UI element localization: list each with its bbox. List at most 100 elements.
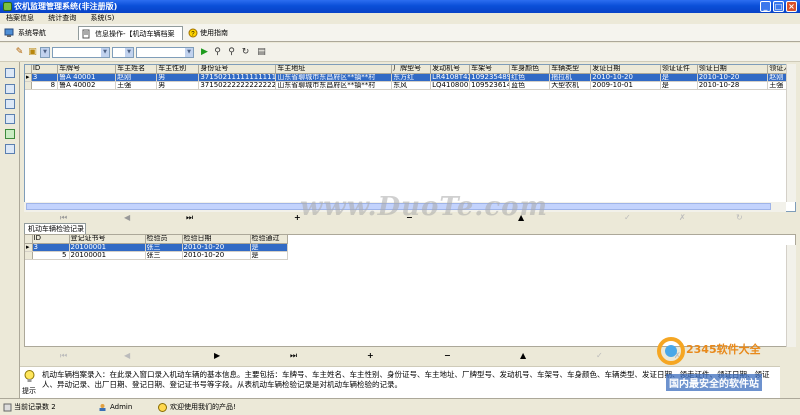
tree-view-icon[interactable] [5,84,15,94]
table-row[interactable]: 5 20100001 张三 2010-10-20 是 [25,251,288,260]
column-header[interactable]: 检验日期 [182,235,251,244]
column-header[interactable]: 车主地址 [275,65,393,74]
column-header[interactable]: 车主性别 [156,65,200,74]
filter-value-select[interactable]: ▼ [136,47,194,58]
next-record-icon[interactable]: ⏭ [186,213,193,222]
menu-system[interactable]: 系统(S) [84,13,120,24]
document-icon [82,29,90,39]
close-window-button[interactable]: × [786,1,797,12]
table-cell: 东风 [391,81,432,90]
column-header[interactable]: 领证证件 [660,65,698,74]
print-icon[interactable]: ▤ [256,47,267,58]
status-bar: 当前记录数 2 Admin 欢迎使用我们的产品! [0,398,800,415]
tab-inspection-records[interactable]: 机动车辆检验记录 [24,223,86,234]
column-header[interactable]: 登记证书号 [69,235,146,244]
post-record-icon[interactable]: ✓ [596,351,603,360]
refresh-icon[interactable]: ↻ [240,47,251,58]
column-header[interactable]: 车主姓名 [115,65,158,74]
first-record-icon[interactable]: ⏮ [60,213,67,222]
table-cell: 371502222222222222 [198,81,277,90]
menu-archive[interactable]: 档案信息 [0,13,40,24]
window-title: 农机监理管理系统(非注册版) [14,2,118,11]
last-record-icon[interactable]: ⏭ [290,351,297,360]
post-record-icon[interactable]: ✓ [624,213,631,222]
excel-icon[interactable] [5,129,15,139]
filter-dropdown[interactable]: ▼ [40,47,50,58]
column-header [25,235,33,244]
logo-slogan: 国内最安全的软件站 [666,374,762,391]
table-cell: 2010-10-20 [182,251,251,260]
filter-operator-select[interactable]: ▼ [112,47,134,58]
first-record-icon[interactable]: ⏮ [60,351,67,360]
column-header[interactable]: 车牌号 [57,65,117,74]
edit-record-icon[interactable]: ▲ [520,351,526,360]
column-header[interactable]: 检验员 [145,235,183,244]
table-cell: 2010-10-28 [697,81,769,90]
column-header[interactable]: 身份证号 [198,65,277,74]
column-header[interactable]: ID [31,65,59,74]
table-cell: 是 [250,251,288,260]
table-cell: 男 [156,81,200,90]
table-cell: 8 [31,81,59,90]
table-cell: 张三 [145,243,183,252]
table-cell: 王强 [115,81,158,90]
refresh-record-icon[interactable]: ↻ [736,213,743,222]
tab-system-nav[interactable]: 系统导航 [2,26,50,40]
column-header[interactable]: 发证日期 [590,65,661,74]
table-cell: 红色 [509,73,551,82]
table-cell: 张三 [145,251,183,260]
table-cell: 大型农机 [549,81,592,90]
row-indicator [25,251,33,260]
prev-record-icon[interactable]: ◀ [124,351,130,360]
column-header[interactable]: 领证日期 [697,65,769,74]
table-cell: 是 [660,81,698,90]
minimize-button[interactable]: _ [760,1,771,12]
maximize-button[interactable]: □ [773,1,784,12]
table-cell: 2009-10-01 [590,81,661,90]
tab-archive-entry[interactable]: 信息操作-【机动车辆档案录入】 [78,26,183,52]
field-chooser-icon[interactable]: ▣ [27,47,38,58]
table-cell: 山东省聊城市东昌府区**镇**村 [275,81,393,90]
row-indicator-icon: ▸ [25,243,33,252]
search-icon[interactable]: ⚲ [212,47,223,58]
column-header[interactable]: ID [32,235,70,244]
column-header[interactable]: 检验通过 [250,235,288,244]
column-header[interactable]: 厂牌型号 [391,65,432,74]
column-header[interactable]: 发动机号 [430,65,471,74]
column-header[interactable]: 车架号 [469,65,511,74]
table-header-row: ID 车牌号 车主姓名 车主性别 身份证号 车主地址 厂牌型号 发动机号 车架号… [25,65,795,74]
filter-field-select[interactable]: ▼ [52,47,110,58]
logo-brand: 2345软件大全 [686,343,761,356]
prev-record-icon[interactable]: ◀ [124,213,130,222]
sub-grid-vertical-scrollbar[interactable] [786,245,796,347]
grid-view-icon[interactable] [5,68,15,78]
column-header[interactable]: 车辆类型 [549,65,592,74]
next-record-icon[interactable]: ▶ [214,351,220,360]
main-grid-vertical-scrollbar[interactable] [786,64,796,202]
run-query-icon[interactable]: ▶ [199,47,210,58]
vehicle-archive-grid[interactable]: ID 车牌号 车主姓名 车主性别 身份证号 车主地址 厂牌型号 发动机号 车架号… [24,64,796,212]
inspection-record-grid[interactable]: ID 登记证书号 检验员 检验日期 检验通过 ▸ 3 20100001 张三 2… [24,234,796,347]
table-cell: 2010-10-20 [182,243,251,252]
edit-pencil-icon[interactable]: ✎ [14,47,25,58]
vehicle-archive-table: ID 车牌号 车主姓名 车主性别 身份证号 车主地址 厂牌型号 发动机号 车架号… [25,65,795,90]
left-toolbar [0,62,20,398]
cancel-record-icon[interactable]: ✗ [679,213,686,222]
table-cell: 2010-10-20 [590,73,661,82]
help-button[interactable]: ? 使用指南 [186,26,232,40]
delete-bin-icon[interactable] [5,144,15,154]
table-row[interactable]: ▸ 3 鲁A 40001 赵刚 男 371502111111111111 山东省… [25,73,795,82]
current-user: Admin [110,403,133,411]
delete-record-icon[interactable]: − [444,351,451,360]
report-icon[interactable] [5,99,15,109]
table-cell: 109235489 [469,73,511,82]
export-icon[interactable] [5,114,15,124]
column-header[interactable]: 车身颜色 [509,65,551,74]
menu-statistics[interactable]: 统计查询 [42,13,82,24]
table-row[interactable]: 8 鲁A 40002 王强 男 371502222222222222 山东省聊城… [25,81,795,90]
table-row[interactable]: ▸ 3 20100001 张三 2010-10-20 是 [25,243,288,252]
advanced-search-icon[interactable]: ⚲ [226,47,237,58]
table-cell: 2010-10-20 [697,73,769,82]
add-record-icon[interactable]: + [367,351,374,360]
table-cell: 蓝色 [509,81,551,90]
